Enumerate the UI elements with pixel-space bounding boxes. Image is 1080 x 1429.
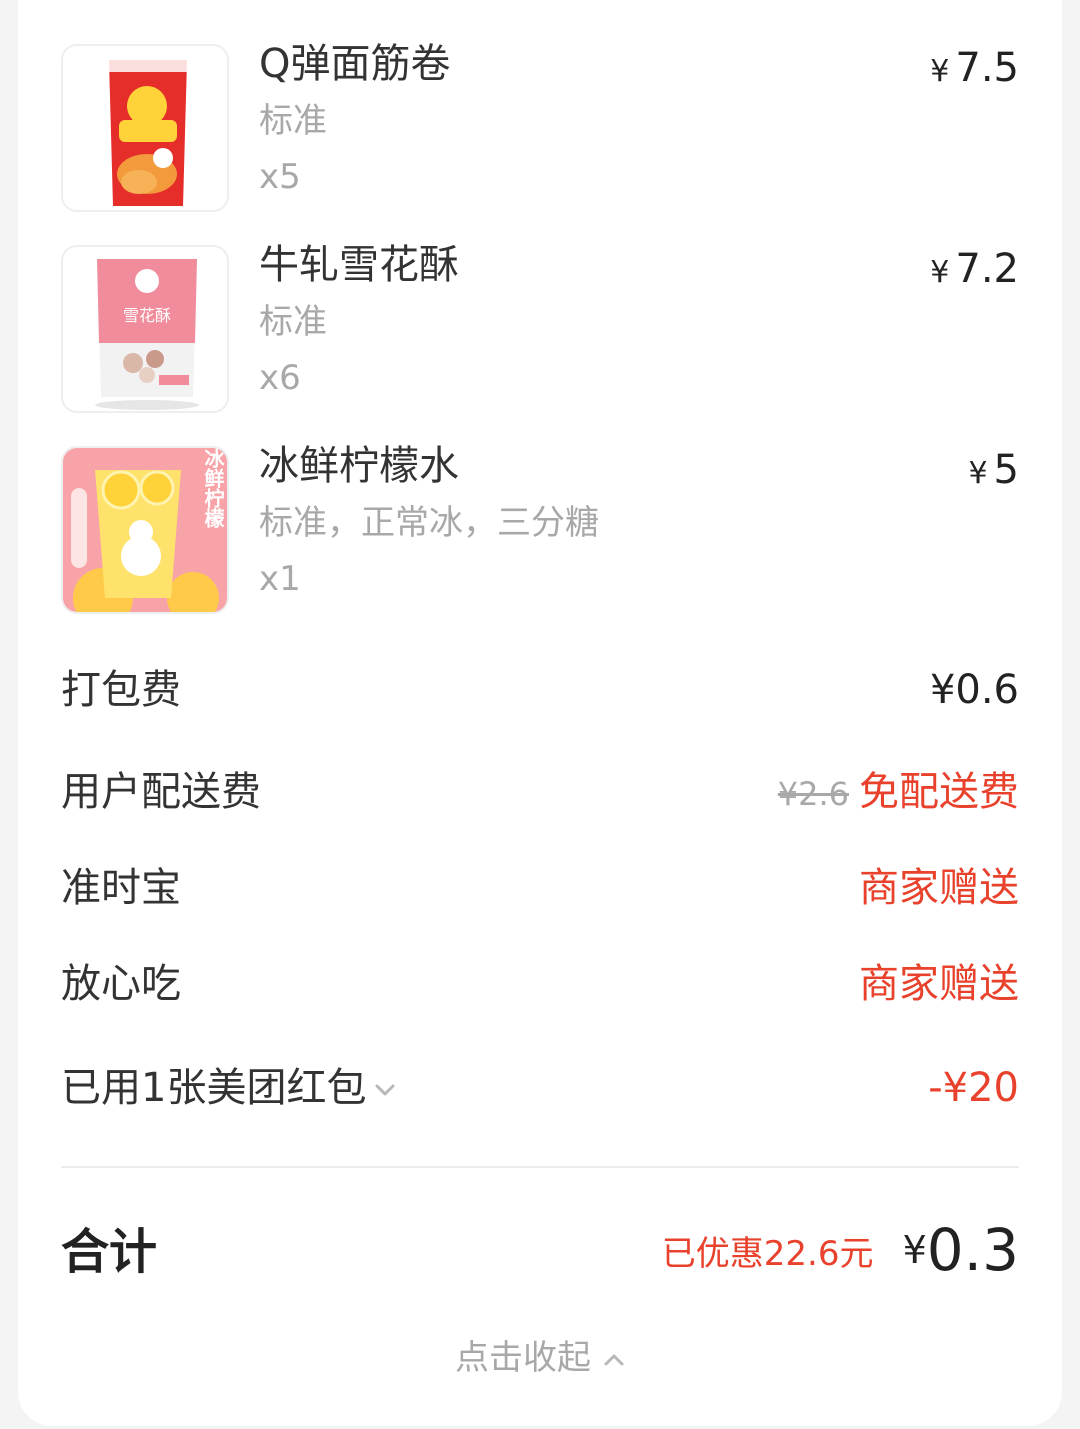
packing-fee-row: 打包费 ¥0.6 [61, 660, 1019, 720]
chevron-up-icon [604, 1354, 624, 1365]
ontime-guarantee-label: 准时宝 [61, 865, 181, 911]
collapse-label: 点击收起 [455, 1338, 591, 1378]
packing-fee-label: 打包费 [61, 667, 181, 713]
red-packet-discount: -¥20 [928, 1065, 1019, 1111]
currency-symbol: ¥ [930, 54, 950, 89]
item-quantity: x1 [259, 559, 301, 599]
item-price-value: 7.5 [955, 45, 1019, 91]
total-currency-symbol: ¥ [902, 1228, 927, 1272]
saved-amount: 已优惠22.6元 [661, 1233, 874, 1274]
food-assurance-row[interactable]: 放心吃 商家赠送 [61, 954, 1019, 1014]
item-price: ¥7.2 [930, 245, 1019, 297]
product-image-q-noodle-roll[interactable] [61, 44, 229, 212]
item-quantity: x6 [259, 358, 301, 398]
currency-symbol: ¥ [968, 456, 988, 491]
order-item: Q弹面筋卷 标准 x5 ¥7.5 [61, 41, 1019, 212]
collapse-button[interactable]: 点击收起 [0, 1330, 1080, 1379]
item-name: 冰鲜柠檬水 [259, 443, 459, 489]
total-label: 合计 [61, 1224, 158, 1280]
free-delivery-label: 免配送费 [859, 769, 1019, 815]
item-price-value: 7.2 [955, 246, 1019, 292]
original-delivery-fee: ¥2.6 [777, 775, 849, 813]
order-item: 雪花酥 牛轧雪花酥 标准 x6 ¥7.2 [61, 242, 1019, 413]
product-image-nougat-snowflake[interactable]: 雪花酥 [61, 245, 229, 413]
total-amount: 0.3 [926, 1216, 1019, 1284]
delivery-fee-label: 用户配送费 [61, 769, 261, 815]
item-spec: 标准，正常冰，三分糖 [259, 503, 599, 543]
divider [61, 1166, 1019, 1168]
red-packet-row[interactable]: 已用1张美团红包 -¥20 [61, 1058, 1019, 1118]
food-assurance-value: 商家赠送 [859, 961, 1019, 1007]
total-summary: 已优惠22.6元 ¥0.3 [662, 1216, 1019, 1284]
item-quantity: x5 [259, 157, 301, 197]
red-packet-label: 已用1张美团红包 [61, 1064, 396, 1112]
delivery-fee-value: ¥2.6 免配送费 [778, 768, 1019, 818]
chevron-down-icon[interactable] [374, 1083, 396, 1097]
delivery-fee-row: 用户配送费 ¥2.6 免配送费 [61, 762, 1019, 822]
item-price: ¥5 [968, 446, 1019, 498]
item-price: ¥7.5 [930, 44, 1019, 96]
packing-fee-value: ¥0.6 [929, 667, 1019, 713]
item-name: 牛轧雪花酥 [259, 242, 459, 288]
package-text: 雪花酥 [123, 306, 171, 325]
ontime-guarantee-row[interactable]: 准时宝 商家赠送 [61, 858, 1019, 918]
red-packet-label-text: 已用1张美团红包 [61, 1065, 367, 1111]
currency-symbol: ¥ [930, 255, 950, 290]
product-image-lemon-drink[interactable]: 冰鲜柠檬 [61, 446, 229, 614]
item-name: Q弹面筋卷 [259, 41, 451, 87]
item-price-value: 5 [993, 447, 1019, 493]
food-assurance-label: 放心吃 [61, 961, 181, 1007]
item-spec: 标准 [259, 101, 327, 141]
item-spec: 标准 [259, 302, 327, 342]
ontime-guarantee-value: 商家赠送 [859, 865, 1019, 911]
package-text: 冰鲜柠檬 [201, 448, 225, 528]
order-item: 冰鲜柠檬 冰鲜柠檬水 标准，正常冰，三分糖 x1 ¥5 [61, 443, 1019, 614]
